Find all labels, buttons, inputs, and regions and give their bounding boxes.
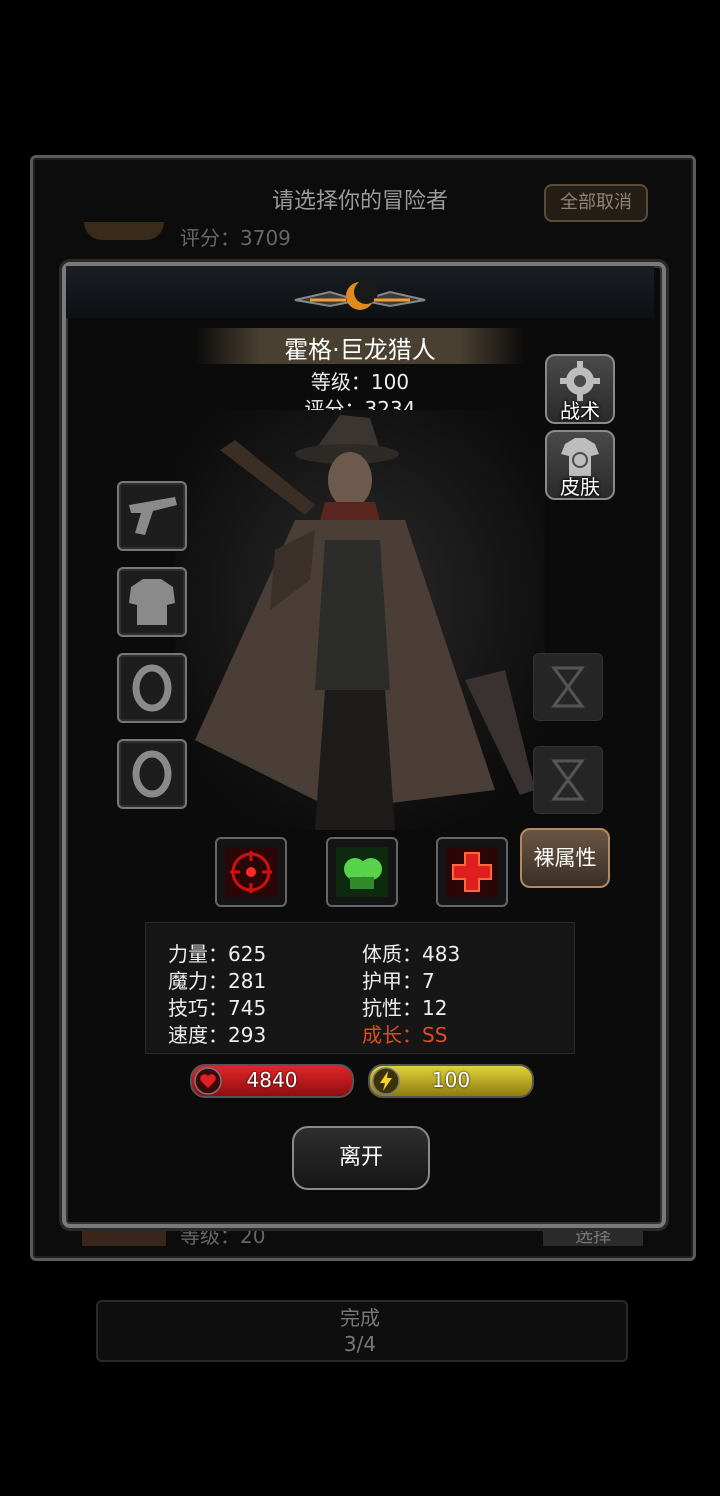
energy-bar: 100 bbox=[368, 1064, 534, 1098]
hero-level: 等级：100 bbox=[310, 370, 410, 394]
ring-icon bbox=[132, 750, 172, 798]
equipment-slot-ring-2[interactable] bbox=[117, 739, 187, 809]
equipment-slot-ring-1[interactable] bbox=[117, 653, 187, 723]
stat-strength: 力量：625 bbox=[168, 942, 267, 966]
cancel-all-button[interactable]: 全部取消 bbox=[544, 184, 648, 222]
stat-constitution: 体质：483 bbox=[362, 942, 461, 966]
leave-button[interactable]: 离开 bbox=[292, 1126, 430, 1190]
background-row-avatar bbox=[84, 222, 164, 240]
ring-icon bbox=[132, 664, 172, 712]
crescent-emblem-icon bbox=[294, 280, 426, 310]
skin-label: 皮肤 bbox=[560, 475, 600, 499]
equipment-slot-armor[interactable] bbox=[117, 567, 187, 637]
done-label: 完成 bbox=[340, 1306, 380, 1330]
armor-icon bbox=[129, 579, 175, 625]
empty-slot-1[interactable] bbox=[533, 653, 603, 721]
done-progress: 3/4 bbox=[343, 1332, 377, 1356]
naked-attributes-button[interactable]: 裸属性 bbox=[520, 828, 610, 888]
skill-slot-3[interactable] bbox=[436, 837, 508, 907]
background-row-score: 评分：3709 bbox=[180, 226, 291, 250]
stat-speed: 速度：293 bbox=[168, 1023, 267, 1047]
skin-button[interactable]: 皮肤 bbox=[545, 430, 615, 500]
hero-name: 霍格·巨龙猎人 bbox=[284, 336, 436, 364]
tactics-label: 战术 bbox=[560, 399, 600, 423]
poison-skull-icon bbox=[336, 847, 388, 897]
hp-bar: 4840 bbox=[190, 1064, 354, 1098]
stat-skill: 技巧：745 bbox=[168, 996, 267, 1020]
red-cross-icon bbox=[446, 847, 498, 897]
hp-value: 4840 bbox=[246, 1068, 298, 1092]
stat-growth: 成长：SS bbox=[362, 1023, 448, 1047]
skill-slot-2[interactable] bbox=[326, 837, 398, 907]
tactics-button[interactable]: 战术 bbox=[545, 354, 615, 424]
crosshair-icon bbox=[225, 847, 277, 897]
hourglass-icon bbox=[551, 666, 585, 708]
stat-magic: 魔力：281 bbox=[168, 969, 267, 993]
equipment-slot-weapon[interactable] bbox=[117, 481, 187, 551]
skill-slot-1[interactable] bbox=[215, 837, 287, 907]
empty-slot-2[interactable] bbox=[533, 746, 603, 814]
stat-resistance: 抗性：12 bbox=[362, 996, 448, 1020]
stat-armor: 护甲：7 bbox=[362, 969, 435, 993]
hourglass-icon bbox=[551, 759, 585, 801]
hero-portrait bbox=[175, 410, 545, 830]
pistol-icon bbox=[129, 497, 177, 535]
energy-value: 100 bbox=[431, 1068, 471, 1092]
